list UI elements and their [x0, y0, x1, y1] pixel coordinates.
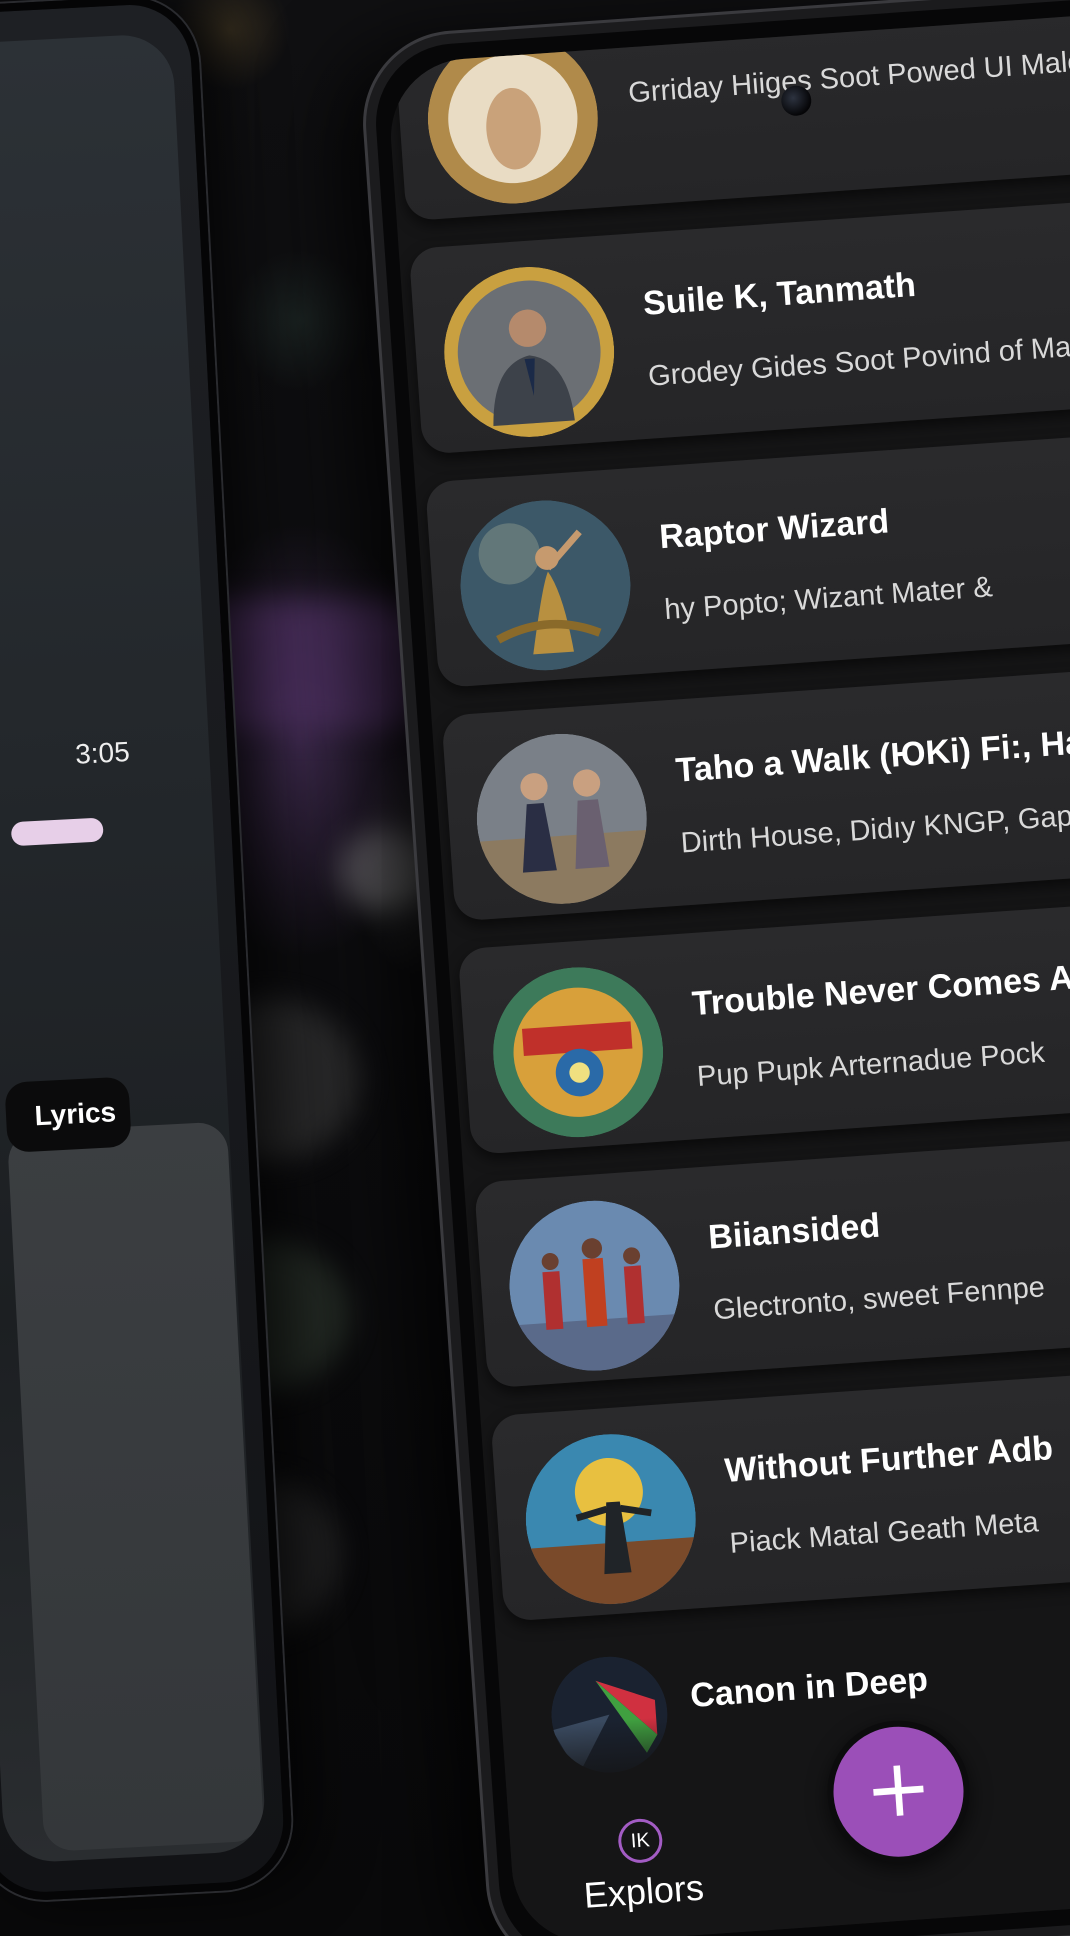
dancer-art-icon	[460, 500, 631, 671]
song-card[interactable]: Taho a Walk (ЮKi) Fi:, Har Dirth House, …	[441, 662, 1070, 922]
dancers-group-art-icon	[509, 1200, 686, 1377]
song-title: Trouble Never Comes A	[690, 958, 1070, 1024]
song-card[interactable]: Raptor Wizard hy Popto; Wizant Mater &	[425, 429, 1070, 689]
left-phone-screen: 3:05 Lyrics	[0, 32, 267, 1864]
lyrics-button[interactable]: Lyrics	[4, 1076, 132, 1153]
explore-icon: IK	[616, 1817, 664, 1865]
right-phone: Grriday Hiiges Soot Powed UI Malc Suile …	[360, 0, 1070, 1936]
song-subtitle: Grodey Gides Soot Povind of Ma	[647, 331, 1070, 393]
businessman-portrait-art-icon	[444, 266, 615, 437]
song-title: Raptor Wizard	[658, 502, 891, 557]
crowd-moon-art-icon	[525, 1434, 702, 1610]
album-art	[422, 28, 603, 209]
left-phone: 3:05 Lyrics	[0, 0, 295, 1904]
progress-bar[interactable]	[10, 817, 104, 847]
album-art	[504, 1195, 686, 1377]
lyrics-panel	[6, 1121, 265, 1852]
explore-nav-item[interactable]: IK Explors	[569, 1814, 715, 1918]
song-title: Taho a Walk (ЮKi) Fi:, Har	[674, 722, 1070, 790]
song-card[interactable]: Suile K, Tanmath Grodey Gides Soot Povin…	[408, 196, 1070, 455]
song-card[interactable]: Without Further Adb Piack Matal Geath Me…	[490, 1363, 1070, 1622]
track-duration: 3:05	[74, 735, 131, 770]
song-card[interactable]: Grriday Hiiges Soot Powed UI Malc	[392, 9, 1070, 222]
colorful-emblem-art-icon	[493, 967, 664, 1138]
album-art	[455, 495, 636, 676]
album-art	[438, 261, 619, 442]
song-list: Grriday Hiiges Soot Powed UI Malc Suile …	[392, 9, 1070, 1837]
song-card[interactable]: Biiansided Glectronto, sweet Fennpe	[473, 1129, 1070, 1389]
explore-label: Explors	[582, 1866, 706, 1916]
song-subtitle: Pup Pupk Arternadue Pock	[696, 1036, 1046, 1093]
song-title: Suile K, Tanmath	[641, 265, 918, 323]
two-women-art-icon	[476, 733, 653, 910]
song-title: Biiansided	[707, 1206, 882, 1257]
album-art	[471, 728, 653, 910]
ornate-portrait-art-icon	[427, 33, 598, 204]
song-title: Without Further Adb	[723, 1429, 1055, 1490]
song-subtitle: hy Popto; Wizant Mater &	[663, 571, 994, 627]
album-art	[520, 1428, 702, 1610]
album-art	[487, 962, 668, 1143]
add-button[interactable]: +	[822, 1715, 975, 1868]
song-card[interactable]: Trouble Never Comes A Pup Pupk Arternadu…	[457, 896, 1070, 1155]
background-scene: 3:05 Lyrics Grriday Hiiges Soot Powed UI…	[0, 0, 1070, 1936]
song-subtitle: Grriday Hiiges Soot Powed UI Malc	[627, 45, 1070, 110]
right-phone-screen: Grriday Hiiges Soot Powed UI Malc Suile …	[385, 9, 1070, 1936]
song-subtitle: Piack Matal Geath Meta	[728, 1506, 1040, 1560]
song-subtitle: Glectronto, sweet Fennpe	[712, 1271, 1046, 1327]
song-subtitle: Dirth House, Didıy KNGP, Gap	[679, 800, 1070, 860]
